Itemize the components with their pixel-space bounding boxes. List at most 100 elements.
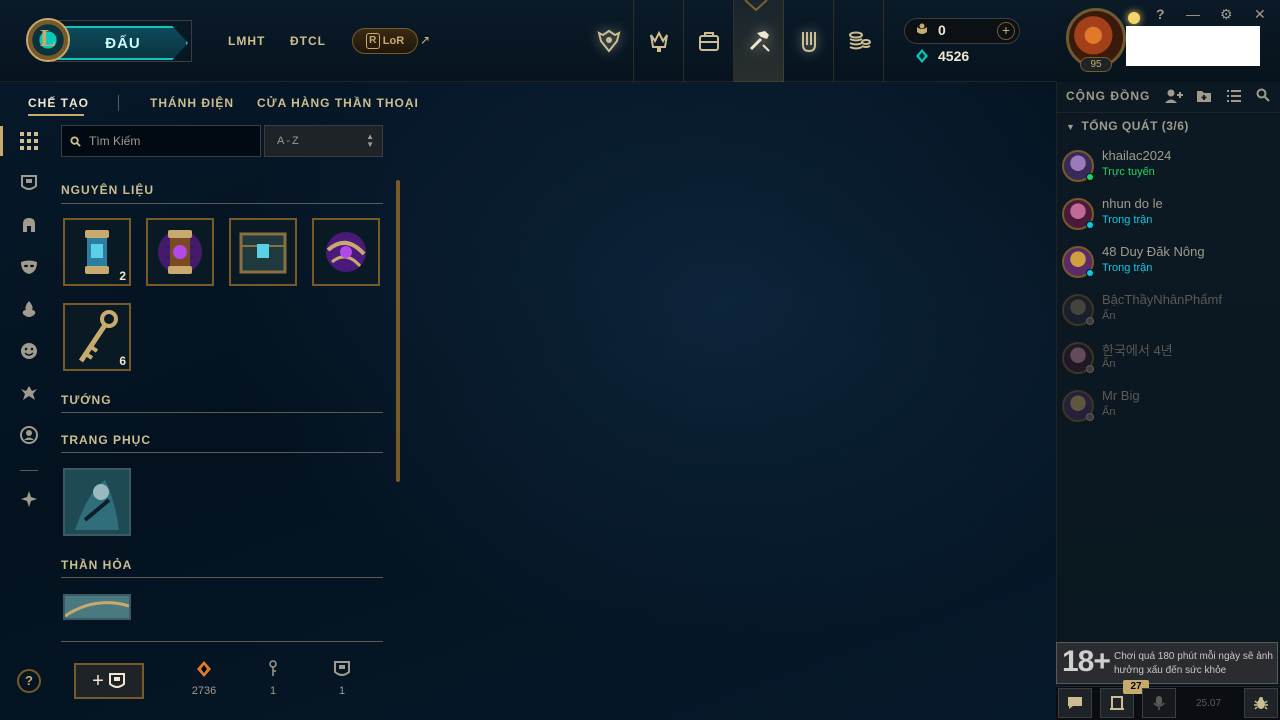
list-view-icon[interactable]: [1226, 88, 1242, 104]
nav-store[interactable]: [834, 0, 884, 82]
sort-select[interactable]: A-Z ▲ ▼: [264, 125, 383, 157]
tab-hall[interactable]: THÁNH ĐIỆN: [150, 96, 234, 110]
ingame-status-dot: [1086, 269, 1094, 277]
section-skins-title: TRANG PHỤC: [61, 433, 151, 447]
item-count: 6: [119, 354, 126, 368]
ingame-status-dot: [1086, 221, 1094, 229]
nav-lor-button[interactable]: R LoR: [352, 28, 418, 54]
plus-icon: +: [92, 669, 104, 692]
ward-flame-icon[interactable]: [18, 298, 40, 320]
offline-status-dot: [1086, 365, 1094, 373]
tab-crafting[interactable]: CHẾ TẠO: [28, 96, 89, 110]
nav-lmht[interactable]: LMHT: [228, 34, 265, 48]
friend-item[interactable]: khailac2024 Trực tuyến: [1062, 146, 1272, 190]
microphone-icon: [1153, 696, 1165, 710]
loot-item-capsule[interactable]: 2: [63, 218, 131, 286]
chat-bubble-icon: [1068, 697, 1082, 709]
section-divider: [61, 412, 383, 413]
search-input[interactable]: [89, 134, 249, 148]
play-button[interactable]: ĐẤU: [58, 26, 188, 60]
friend-name: nhun do le: [1102, 196, 1163, 211]
report-bug-button[interactable]: [1244, 688, 1278, 718]
friend-item[interactable]: Mr Big Ẩn: [1062, 386, 1272, 430]
tft-little-legend-icon[interactable]: [18, 382, 40, 404]
chest-icon[interactable]: [18, 172, 40, 194]
online-status-icon[interactable]: [1128, 12, 1140, 24]
crafting-hammer-icon: [749, 31, 770, 52]
lor-badge-icon: R: [365, 33, 380, 49]
friend-item[interactable]: 한국에서 4년 Ẩn: [1062, 338, 1272, 382]
friend-status: Trong trận: [1102, 214, 1153, 226]
nav-dtcl[interactable]: ĐTCL: [290, 34, 326, 48]
search-icon[interactable]: [1256, 88, 1270, 102]
loot-item-mythic-orb[interactable]: [146, 218, 214, 286]
sidebar-active-indicator: [0, 126, 3, 156]
loot-scrollbar[interactable]: [396, 180, 400, 482]
skin-mask-icon[interactable]: [18, 256, 40, 278]
tab-mythic-shop[interactable]: CỬA HÀNG THẦN THOẠI: [257, 96, 419, 110]
nav-collection[interactable]: [684, 0, 734, 82]
help-button[interactable]: ?: [17, 669, 41, 693]
section-divider: [61, 452, 383, 453]
missions-icon: [1110, 696, 1124, 710]
champion-helmet-icon[interactable]: [18, 214, 40, 236]
coins-stack-icon: [848, 31, 871, 50]
home-crest-icon: [597, 29, 620, 53]
client-version: 25.07: [1196, 698, 1222, 709]
friend-item[interactable]: 48 Duy Đăk Nông Trong trận: [1062, 242, 1272, 286]
close-button[interactable]: ✕: [1254, 6, 1266, 23]
grid-icon[interactable]: [18, 130, 40, 152]
external-link-icon: ↗: [420, 33, 431, 47]
section-materials-title: NGUYÊN LIỆU: [61, 183, 155, 197]
chat-button[interactable]: [1058, 688, 1092, 718]
be-value: 4526: [938, 48, 970, 64]
age-warning-text: Chơi quá 180 phút mỗi ngày sẽ ảnh hưởng …: [1114, 651, 1273, 676]
nav-clash[interactable]: [784, 0, 834, 82]
orange-essence-icon: [197, 661, 211, 677]
chest-icon: [108, 673, 125, 688]
search-icon: [70, 135, 81, 147]
friend-status: Ẩn: [1102, 358, 1116, 370]
tft-crown-icon: [649, 30, 668, 52]
friend-name: 한국에서 4년: [1102, 343, 1173, 358]
buy-rp-button[interactable]: +: [997, 22, 1015, 40]
friend-item[interactable]: BậcThầyNhânPhẩmf Ẩn: [1062, 290, 1272, 334]
minimize-button[interactable]: —: [1186, 6, 1200, 22]
help-window-button[interactable]: ?: [1156, 6, 1165, 22]
loot-item-hextech-key[interactable]: 6: [63, 303, 131, 371]
add-friend-icon[interactable]: [1164, 88, 1184, 104]
add-folder-icon[interactable]: [1196, 88, 1212, 104]
main-nav-icons: [584, 0, 884, 82]
offline-status-dot: [1086, 317, 1094, 325]
add-chest-button[interactable]: +: [74, 663, 144, 699]
tft-arena-icon[interactable]: [18, 488, 40, 510]
friend-group-label: TỔNG QUÁT (3/6): [1081, 119, 1189, 133]
loot-item-purple-orb[interactable]: [312, 218, 380, 286]
emote-face-icon[interactable]: [18, 340, 40, 362]
loot-item-skin-shard[interactable]: [63, 468, 131, 536]
chest-token-icon: [334, 661, 350, 676]
caret-down-icon: ▼: [1066, 122, 1076, 132]
rp-value: 0: [938, 22, 946, 38]
bug-icon: [1254, 697, 1268, 710]
social-divider: [1056, 112, 1280, 113]
nav-tft[interactable]: [634, 0, 684, 82]
profile-icon-icon[interactable]: [18, 424, 40, 446]
nav-home[interactable]: [584, 0, 634, 82]
league-logo-icon[interactable]: L: [26, 18, 70, 62]
friend-item[interactable]: nhun do le Trong trận: [1062, 194, 1272, 238]
sort-arrows-icon: ▲ ▼: [366, 132, 374, 149]
sort-value: A-Z: [277, 135, 301, 147]
key-fragment-value: 1: [269, 685, 277, 697]
friend-status: Ẩn: [1102, 406, 1116, 418]
key-fragment-icon: [269, 660, 277, 676]
nav-loot[interactable]: [734, 0, 784, 82]
settings-gear-icon[interactable]: ⚙: [1220, 6, 1233, 23]
mythic-capsule-icon: [158, 230, 202, 274]
friend-group-header[interactable]: ▼ TỔNG QUÁT (3/6): [1066, 119, 1189, 133]
be-balance: 4526: [914, 48, 969, 64]
friend-status: Trong trận: [1102, 262, 1153, 274]
loot-item-ward-partial[interactable]: [63, 594, 131, 620]
voice-button[interactable]: [1142, 688, 1176, 718]
loot-item-hextech-chest[interactable]: [229, 218, 297, 286]
